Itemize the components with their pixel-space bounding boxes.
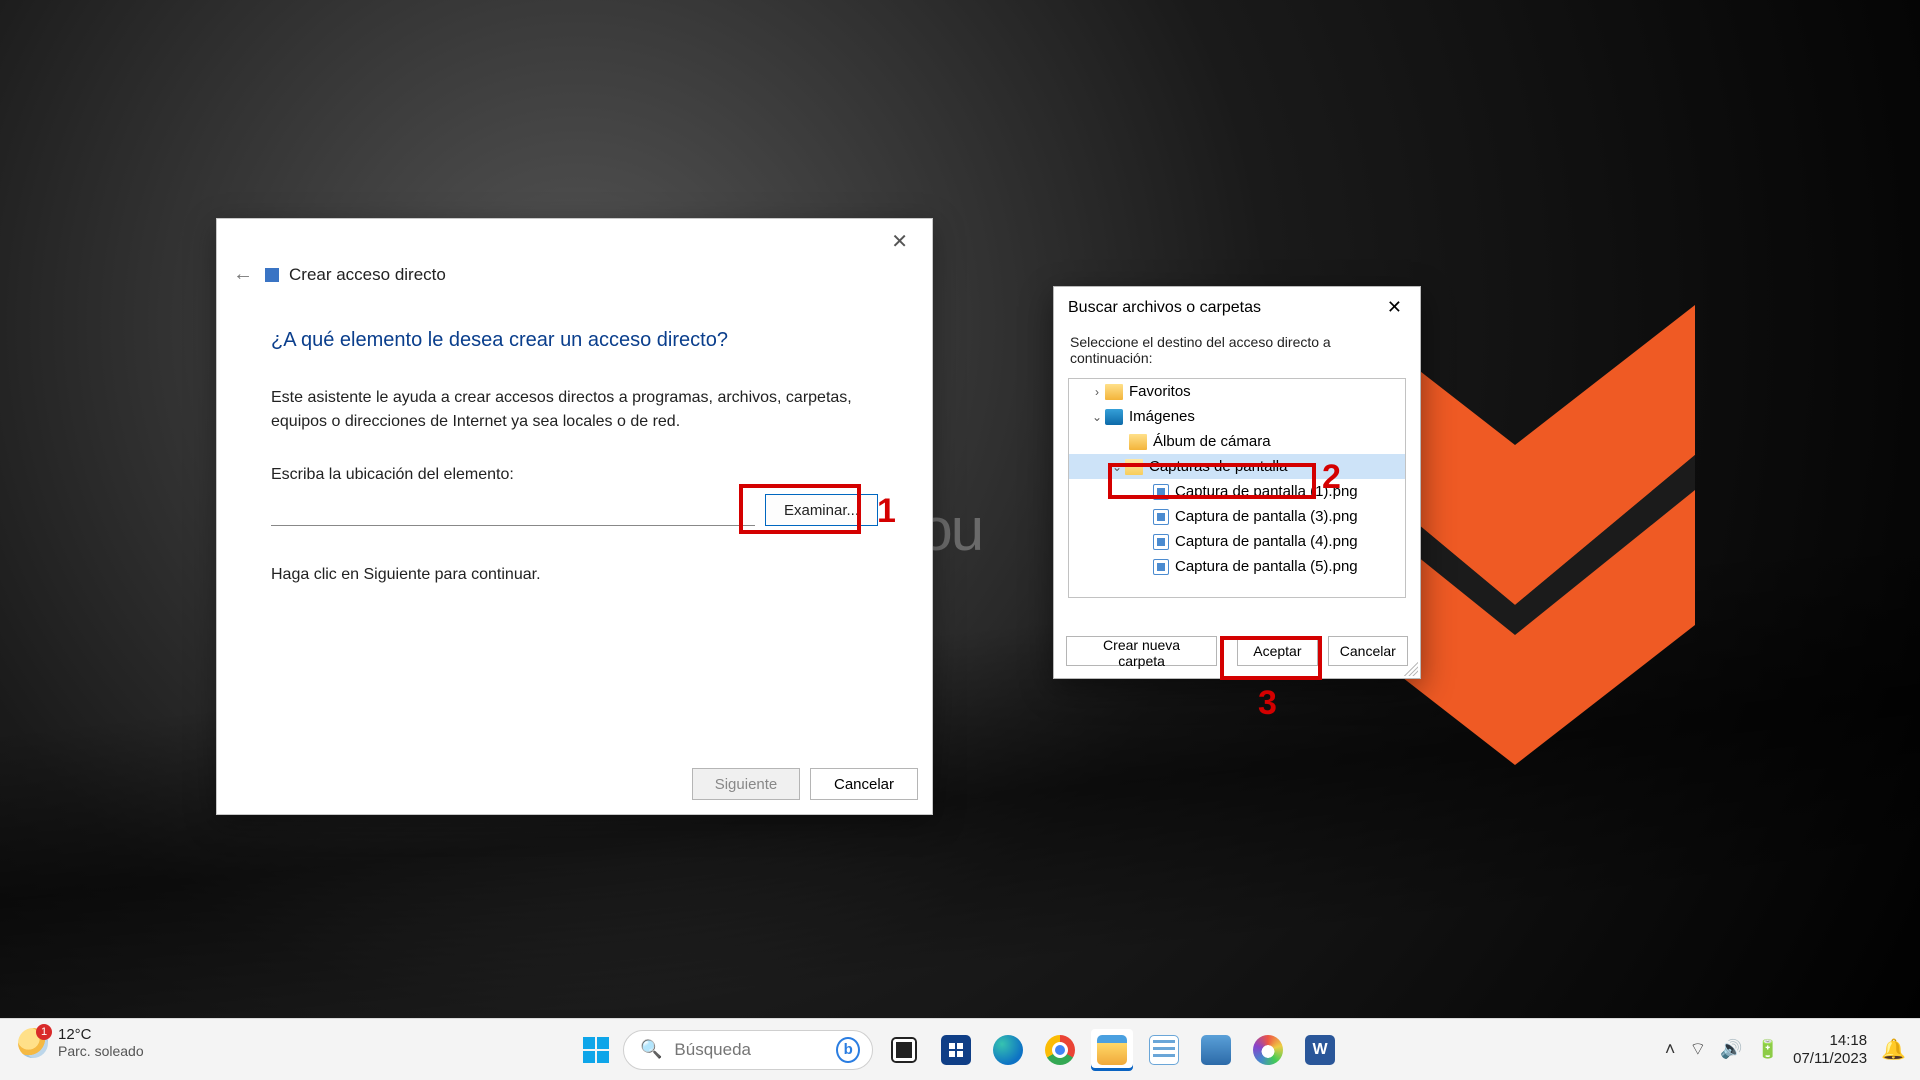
- start-button[interactable]: [579, 1033, 613, 1067]
- create-shortcut-wizard: ✕ ← Crear acceso directo ¿A qué elemento…: [216, 218, 933, 815]
- folder-icon: [1105, 384, 1123, 400]
- weather-temp: 12°C: [58, 1027, 144, 1044]
- wifi-icon[interactable]: ⌔: [1689, 1038, 1706, 1061]
- chevron-down-icon[interactable]: ⌄: [1089, 410, 1105, 424]
- tree-item-label: Capturas de pantalla: [1149, 458, 1287, 475]
- taskbar-search[interactable]: 🔍 b: [623, 1030, 873, 1070]
- chevron-down-icon[interactable]: ⌄: [1109, 460, 1125, 474]
- wizard-titlebar: Crear acceso directo: [265, 265, 446, 285]
- wizard-description: Este asistente le ayuda a crear accesos …: [271, 386, 878, 434]
- image-file-icon: [1153, 484, 1169, 500]
- shortcut-icon: [265, 268, 279, 282]
- cancel-button[interactable]: Cancelar: [810, 768, 918, 800]
- browse-dialog-title: Buscar archivos o carpetas: [1068, 299, 1261, 317]
- close-icon[interactable]: ✕: [1379, 295, 1410, 320]
- tree-item-file[interactable]: Captura de pantalla (5).png: [1069, 554, 1405, 579]
- next-button[interactable]: Siguiente: [692, 768, 800, 800]
- tree-item-label: Álbum de cámara: [1153, 433, 1271, 450]
- taskbar-app-word[interactable]: W: [1299, 1029, 1341, 1071]
- chevron-right-icon[interactable]: ›: [1089, 385, 1105, 399]
- bing-chat-icon[interactable]: b: [836, 1037, 860, 1063]
- browse-instruction: Seleccione el destino del acceso directo…: [1054, 326, 1420, 378]
- weather-widget[interactable]: 1 12°C Parc. soleado: [18, 1027, 144, 1059]
- tree-item-favoritos[interactable]: › Favoritos: [1069, 379, 1405, 404]
- weather-icon: 1: [18, 1028, 48, 1058]
- taskbar-app-edge[interactable]: [987, 1029, 1029, 1071]
- close-icon[interactable]: ✕: [881, 225, 918, 258]
- tree-item-label: Imágenes: [1129, 408, 1195, 425]
- folder-open-icon: [1125, 459, 1143, 475]
- taskbar-app-store[interactable]: [935, 1029, 977, 1071]
- weather-desc: Parc. soleado: [58, 1044, 144, 1059]
- weather-alert-badge: 1: [36, 1024, 52, 1040]
- new-folder-button[interactable]: Crear nueva carpeta: [1066, 636, 1217, 666]
- taskbar-app-chrome[interactable]: [1039, 1029, 1081, 1071]
- browse-button[interactable]: Examinar...: [765, 494, 878, 526]
- image-file-icon: [1153, 534, 1169, 550]
- wizard-heading: ¿A qué elemento le desea crear un acceso…: [271, 329, 878, 352]
- tree-item-file[interactable]: Captura de pantalla (1).png: [1069, 479, 1405, 504]
- folder-icon: [1129, 434, 1147, 450]
- back-icon[interactable]: ←: [233, 263, 253, 286]
- tree-item-file[interactable]: Captura de pantalla (4).png: [1069, 529, 1405, 554]
- image-file-icon: [1153, 559, 1169, 575]
- battery-icon[interactable]: 🔋: [1757, 1039, 1779, 1060]
- taskbar-app-paint[interactable]: [1247, 1029, 1289, 1071]
- path-input[interactable]: [271, 494, 755, 526]
- volume-icon[interactable]: 🔊: [1720, 1039, 1742, 1060]
- tree-item-label: Captura de pantalla (5).png: [1175, 558, 1358, 575]
- tree-item-label: Captura de pantalla (1).png: [1175, 483, 1358, 500]
- taskbar-app-explorer[interactable]: [1091, 1029, 1133, 1071]
- notifications-icon[interactable]: 🔔: [1881, 1037, 1906, 1062]
- folder-tree[interactable]: › Favoritos ⌄ Imágenes Álbum de cámara ⌄…: [1068, 378, 1406, 598]
- taskbar-app-notepad[interactable]: [1143, 1029, 1185, 1071]
- pictures-icon: [1105, 409, 1123, 425]
- cancel-button[interactable]: Cancelar: [1328, 636, 1408, 666]
- task-view-button[interactable]: [883, 1029, 925, 1071]
- tree-item-label: Captura de pantalla (4).png: [1175, 533, 1358, 550]
- path-label: Escriba la ubicación del elemento:: [271, 466, 878, 484]
- wizard-hint: Haga clic en Siguiente para continuar.: [271, 566, 878, 584]
- search-input[interactable]: [674, 1040, 824, 1060]
- browse-folder-dialog: Buscar archivos o carpetas ✕ Seleccione …: [1053, 286, 1421, 679]
- tree-item-file[interactable]: Captura de pantalla (3).png: [1069, 504, 1405, 529]
- search-icon: 🔍: [640, 1039, 662, 1060]
- image-file-icon: [1153, 509, 1169, 525]
- tree-item-label: Captura de pantalla (3).png: [1175, 508, 1358, 525]
- clock-time: 14:18: [1793, 1032, 1867, 1049]
- tray-overflow-icon[interactable]: ˄: [1665, 1039, 1676, 1060]
- taskbar: 1 12°C Parc. soleado 🔍 b W ˄ ⌔ 🔊 🔋 14:1: [0, 1018, 1920, 1080]
- clock-date: 07/11/2023: [1793, 1050, 1867, 1067]
- tree-item-capturas[interactable]: ⌄ Capturas de pantalla: [1069, 454, 1405, 479]
- taskbar-app-generic1[interactable]: [1195, 1029, 1237, 1071]
- windows-logo-icon: [583, 1037, 609, 1063]
- wizard-title: Crear acceso directo: [289, 265, 446, 285]
- accept-button[interactable]: Aceptar: [1237, 636, 1317, 666]
- resize-grip-icon[interactable]: [1404, 662, 1418, 676]
- tree-item-album[interactable]: Álbum de cámara: [1069, 429, 1405, 454]
- tree-item-imagenes[interactable]: ⌄ Imágenes: [1069, 404, 1405, 429]
- taskbar-clock[interactable]: 14:18 07/11/2023: [1793, 1032, 1867, 1067]
- tree-item-label: Favoritos: [1129, 383, 1191, 400]
